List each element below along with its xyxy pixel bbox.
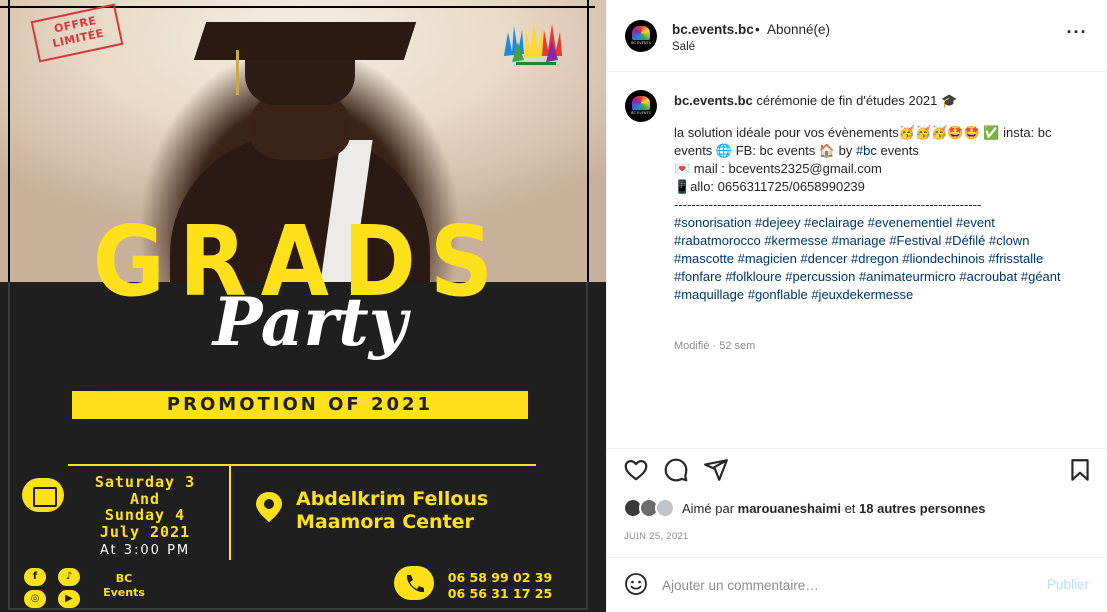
post-details-panel: bc.events.bc • Abonné(e) Salé ··· bc.eve… [606, 0, 1107, 612]
venue-line: Maamora Center [296, 511, 474, 533]
caption-meta: Modifié · 52 sem [674, 340, 756, 352]
action-bar [607, 448, 1107, 488]
event-time: At 3:00 PM [99, 543, 191, 558]
caption-separator: ----------------------------------------… [674, 197, 982, 212]
frame-line [587, 0, 589, 290]
emoji-icon[interactable] [624, 572, 648, 596]
caption-text: events [876, 143, 919, 158]
like-heart-icon[interactable] [623, 457, 649, 483]
poster-brand: BC Events [94, 572, 154, 600]
divider [68, 464, 536, 466]
location-pin-icon [256, 492, 282, 522]
caption-body: bc.events.bc cérémonie de fin d'études 2… [674, 92, 1084, 304]
comment-input[interactable] [662, 574, 1032, 596]
poster-phones: 06 58 99 02 39 06 56 31 17 25 [440, 570, 560, 602]
instagram-icon: ◎ [24, 590, 46, 608]
date-line: Sunday 4 [104, 506, 186, 524]
date-line: And [129, 489, 161, 508]
facebook-icon: f [24, 568, 46, 586]
comment-bubble-icon[interactable] [663, 457, 689, 483]
date-line: July 2021 [99, 522, 191, 541]
caption-phone: 📱allo: 0656311725/0658990239 [674, 179, 865, 194]
publish-button[interactable]: Publier [1047, 577, 1089, 592]
post-date[interactable]: JUIN 25, 2021 [624, 531, 689, 542]
venue-line: Abdelkrim Fellous [296, 488, 489, 510]
tiktok-icon: ♪ [58, 568, 80, 586]
calendar-icon [22, 478, 64, 512]
phone-icon [394, 566, 434, 600]
cap-base [245, 55, 355, 105]
brand-line: Events [103, 586, 145, 599]
post-header: bc.events.bc • Abonné(e) Salé ··· [607, 0, 1107, 72]
liker-avatar[interactable] [655, 498, 675, 518]
phone-number: 06 56 31 17 25 [447, 586, 553, 601]
event-date: Saturday 3 And Sunday 4 July 2021 [70, 474, 220, 540]
brand-line: BC [115, 572, 133, 585]
likes-summary: Aimé par marouaneshaimi et 18 autres per… [607, 494, 1107, 522]
frame-line [0, 6, 595, 8]
likes-others-link[interactable]: 18 autres personnes [859, 501, 985, 516]
more-options-icon[interactable]: ··· [1063, 23, 1091, 46]
caption-username[interactable]: bc.events.bc [674, 93, 753, 108]
post-location[interactable]: Salé [672, 41, 695, 53]
promotion-banner: PROMOTION OF 2021 [72, 391, 528, 419]
caption-title: cérémonie de fin d'études 2021 🎓 [756, 93, 958, 108]
caption-mail: 💌 mail : bcevents2325@gmail.com [674, 161, 882, 176]
caption-hashtags[interactable]: #sonorisation #dejeey #eclairage #evenem… [674, 214, 1084, 304]
mortarboard [193, 22, 417, 60]
avatar[interactable] [625, 90, 657, 122]
author-username[interactable]: bc.events.bc [672, 22, 754, 37]
caption-title-line: bc.events.bc cérémonie de fin d'études 2… [674, 92, 1084, 110]
event-venue: Abdelkrim Fellous Maamora Center [296, 488, 536, 534]
poster-subheadline: Party [212, 283, 408, 361]
divider [229, 464, 231, 560]
caption-line: la solution idéale pour vos évènements🥳🥳… [674, 124, 1084, 160]
date-line: Saturday 3 [94, 473, 196, 491]
likes-text: Aimé par marouaneshaimi et 18 autres per… [682, 501, 986, 516]
post-caption: bc.events.bc cérémonie de fin d'études 2… [607, 72, 1107, 440]
likes-middle: et [840, 501, 860, 516]
avatar[interactable] [625, 20, 657, 52]
comment-bar: Publier [607, 557, 1107, 612]
follow-status-button[interactable]: Abonné(e) [767, 22, 830, 37]
youtube-icon: ▶ [58, 590, 80, 608]
share-send-icon[interactable] [703, 457, 729, 483]
liker-username[interactable]: marouaneshaimi [738, 501, 841, 516]
hashtag-link[interactable]: #bc [856, 143, 877, 158]
social-icons: f ♪ ◎ ▶ [22, 566, 92, 610]
bc-events-logo-icon [504, 22, 562, 65]
bookmark-save-icon[interactable] [1067, 457, 1093, 483]
phone-number: 06 58 99 02 39 [447, 570, 553, 585]
separator-dot: • [755, 22, 760, 37]
post-image[interactable]: OFFRE LIMITÉE GRADS Party PROMOTION OF 2… [0, 0, 606, 612]
cap-tassel [236, 50, 239, 95]
likes-prefix: Aimé par [682, 501, 738, 516]
